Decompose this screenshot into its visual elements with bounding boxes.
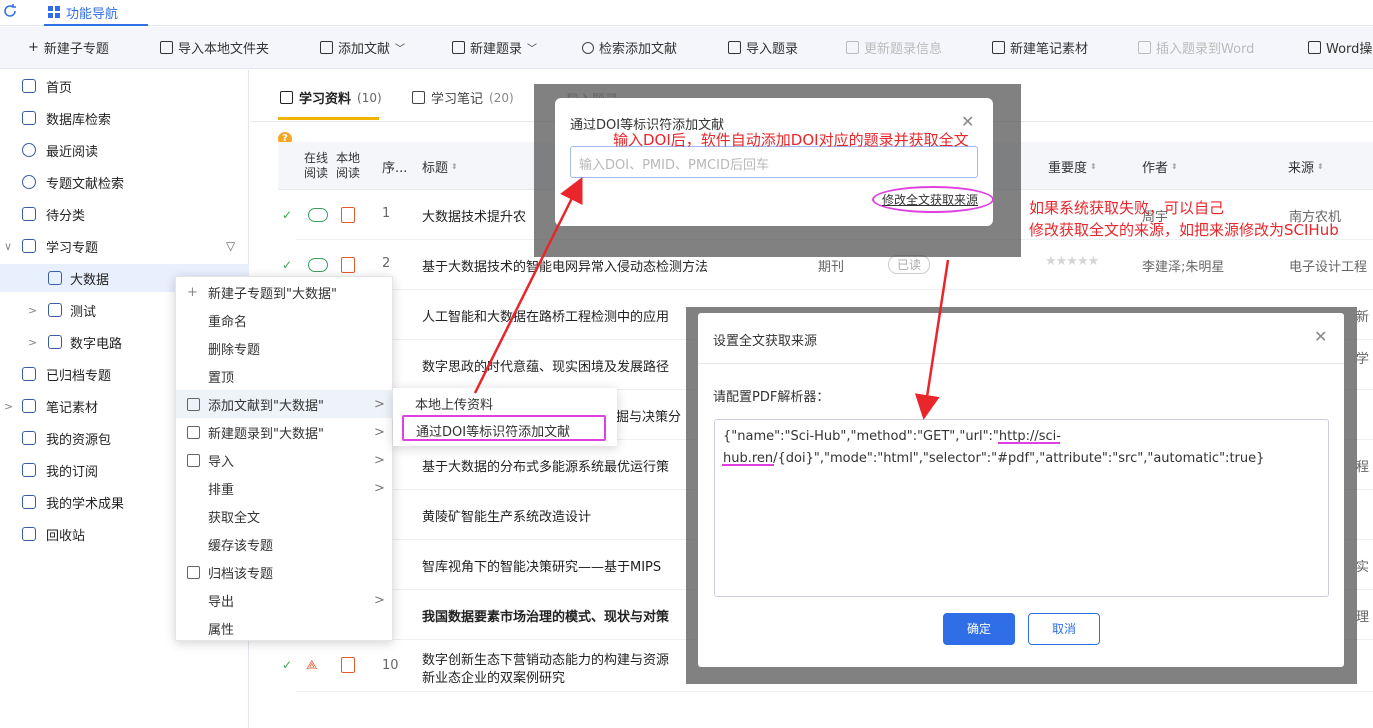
- annotation-arrows: [473, 177, 950, 420]
